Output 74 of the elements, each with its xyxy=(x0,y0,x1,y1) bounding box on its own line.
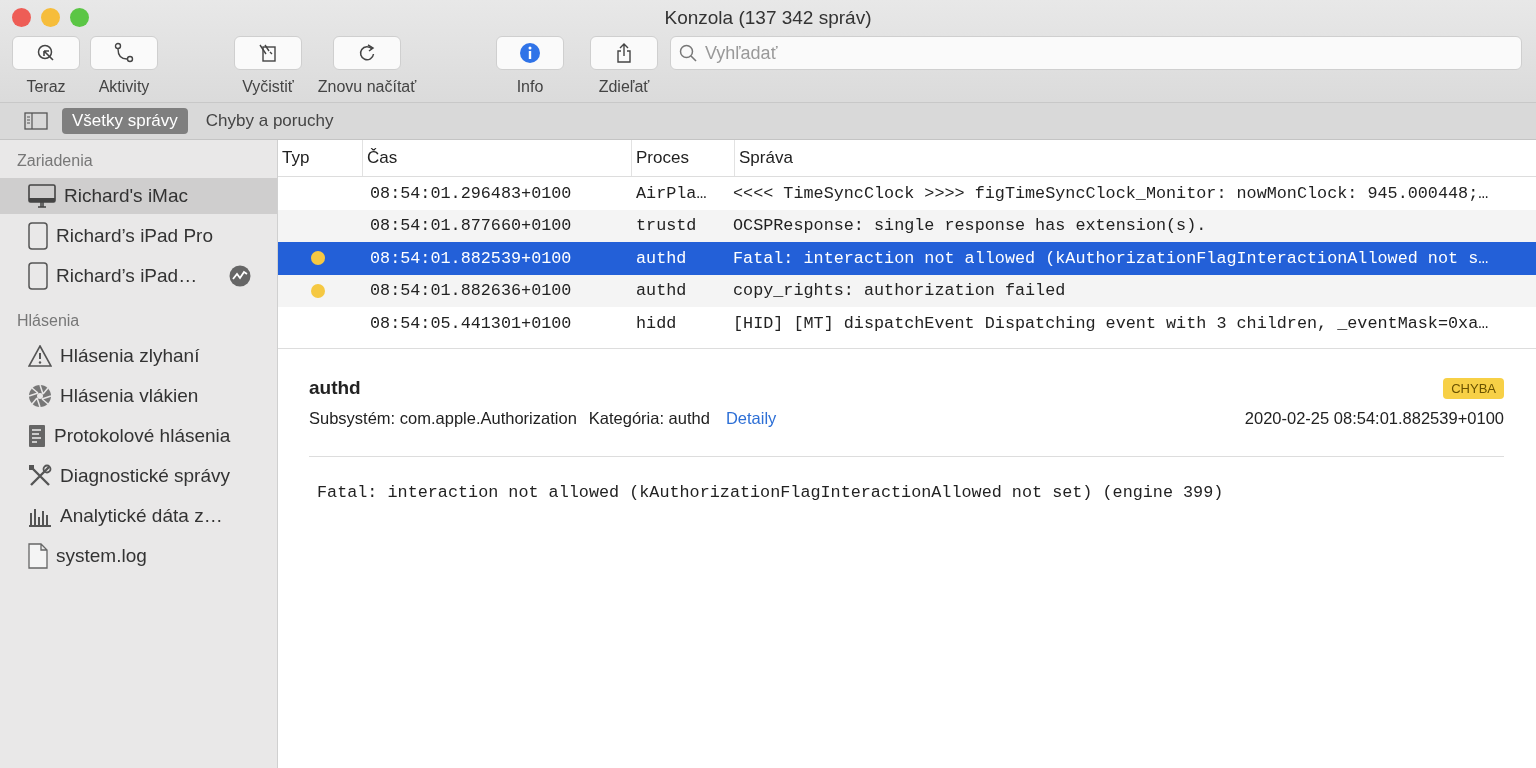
log-row[interactable]: 08:54:01.882636+0100 authd copy_rights: authorization failed xyxy=(278,274,1536,307)
sidebar-item[interactable]: Richard's iMac xyxy=(0,178,277,214)
time-cell: 08:54:01.882636+0100 xyxy=(370,281,572,301)
log-row[interactable]: 08:54:05.441301+0100 hidd [HID] [MT] dispatchEvent Dispatching event with 3 children, _eventMask=0xa… xyxy=(278,307,1536,340)
timestamp-text: 2020-02-25 08:54:01.882539+0100 xyxy=(1244,409,1504,428)
toolbar-label: Aktivity xyxy=(98,78,150,96)
message-cell: copy_rights: authorization failed xyxy=(733,281,1066,301)
toolbar-label: Znovu načítať xyxy=(317,78,417,96)
column-header[interactable]: Čas xyxy=(363,140,632,176)
toolbar-button[interactable] xyxy=(90,36,158,70)
message-cell: OCSPResponse: single response has extension(s). xyxy=(733,216,1207,236)
column-header[interactable]: Typ xyxy=(278,140,363,176)
process-cell: trustd xyxy=(636,216,697,236)
share-icon xyxy=(614,42,634,64)
desktop-computer-icon xyxy=(28,184,56,208)
toolbar-button[interactable] xyxy=(496,36,564,70)
warning-icon xyxy=(28,345,52,367)
reload-icon xyxy=(357,43,377,63)
toolbar-label: Vyčistiť xyxy=(242,78,294,96)
info-icon xyxy=(519,42,541,64)
log-row[interactable]: 08:54:01.296483+0100 AirPla… <<<< TimeSyncClock >>>> figTimeSyncClock_Monitor: nowMonClock: 945.000448;… xyxy=(278,177,1536,210)
sidebar-item[interactable]: Richard’s iPad Pro xyxy=(0,218,277,254)
sidebar-item[interactable]: Analytické dáta z… xyxy=(0,498,277,534)
sidebar-toggle-icon[interactable] xyxy=(24,112,48,130)
toolbar-button[interactable] xyxy=(333,36,401,70)
column-header[interactable]: Proces xyxy=(632,140,735,176)
column-header[interactable]: Správa xyxy=(735,140,1536,176)
toolbar-label: Teraz xyxy=(26,78,66,96)
sidebar-item[interactable]: Hlásenia vlákien xyxy=(0,378,277,414)
sidebar-item[interactable]: Hlásenia zlyhaní xyxy=(0,338,277,374)
process-cell: hidd xyxy=(636,313,677,333)
scope-tab[interactable]: Všetky správy xyxy=(62,108,188,134)
toolbar-label: Zdieľať xyxy=(598,78,650,96)
sidebar-item[interactable]: Richard’s iPad… xyxy=(0,258,277,294)
subsystem-text: Subsystém: com.apple.Authorization xyxy=(309,409,577,428)
cursor-target-icon xyxy=(36,43,56,63)
log-row[interactable]: 08:54:01.882539+0100 authd Fatal: interaction not allowed (kAuthorizationFlagInteractionAllowed not s… xyxy=(278,242,1536,275)
sidebar-item[interactable]: Diagnostické správy xyxy=(0,458,277,494)
scope-tab[interactable]: Chyby a poruchy xyxy=(195,108,344,134)
sidebar-section-title: Hlásenia xyxy=(16,311,81,331)
sidebar-item[interactable]: Protokolové hlásenia xyxy=(0,418,277,454)
tools-icon xyxy=(28,464,52,488)
time-cell: 08:54:05.441301+0100 xyxy=(370,313,572,333)
search-field[interactable]: Vyhľadať xyxy=(670,36,1522,70)
detail-process-name: authd xyxy=(309,377,361,399)
toolbar-label: Info xyxy=(516,78,544,96)
time-cell: 08:54:01.882539+0100 xyxy=(370,248,572,268)
message-cell: [HID] [MT] dispatchEvent Dispatching event with 3 children, _eventMask=0xa… xyxy=(733,313,1489,333)
document-icon xyxy=(28,424,46,448)
window-title: Konzola (137 342 správ) xyxy=(664,7,872,29)
toolbar-button[interactable] xyxy=(12,36,80,70)
tablet-icon xyxy=(28,222,48,250)
aperture-icon xyxy=(28,384,52,408)
error-tag: CHYBA xyxy=(1443,377,1504,399)
process-cell: authd xyxy=(636,248,687,268)
time-cell: 08:54:01.296483+0100 xyxy=(370,183,572,203)
details-link[interactable]: Detaily xyxy=(725,409,777,428)
clear-icon xyxy=(257,42,279,64)
toolbar-button[interactable] xyxy=(590,36,658,70)
process-cell: AirPla… xyxy=(636,183,707,203)
sidebar-section-title: Zariadenia xyxy=(16,151,94,171)
time-cell: 08:54:01.877660+0100 xyxy=(370,216,572,236)
process-cell: authd xyxy=(636,281,687,301)
tablet-icon xyxy=(28,262,48,290)
message-cell: Fatal: interaction not allowed (kAuthorizationFlagInteractionAllowed not s… xyxy=(733,248,1489,268)
file-icon xyxy=(28,543,48,569)
path-icon xyxy=(113,42,135,64)
message-cell: <<<< TimeSyncClock >>>> figTimeSyncClock_Monitor: nowMonClock: 945.000448;… xyxy=(733,183,1489,203)
sidebar-item[interactable]: system.log xyxy=(0,538,277,574)
category-text: Kategória: authd xyxy=(588,409,710,428)
toolbar-button[interactable] xyxy=(234,36,302,70)
detail-message: Fatal: interaction not allowed (kAuthorizationFlagInteractionAllowed not set) (engine 399) xyxy=(316,483,1225,502)
close-window-button[interactable] xyxy=(12,8,31,27)
log-row[interactable]: 08:54:01.877660+0100 trustd OCSPResponse: single response has extension(s). xyxy=(278,209,1536,242)
